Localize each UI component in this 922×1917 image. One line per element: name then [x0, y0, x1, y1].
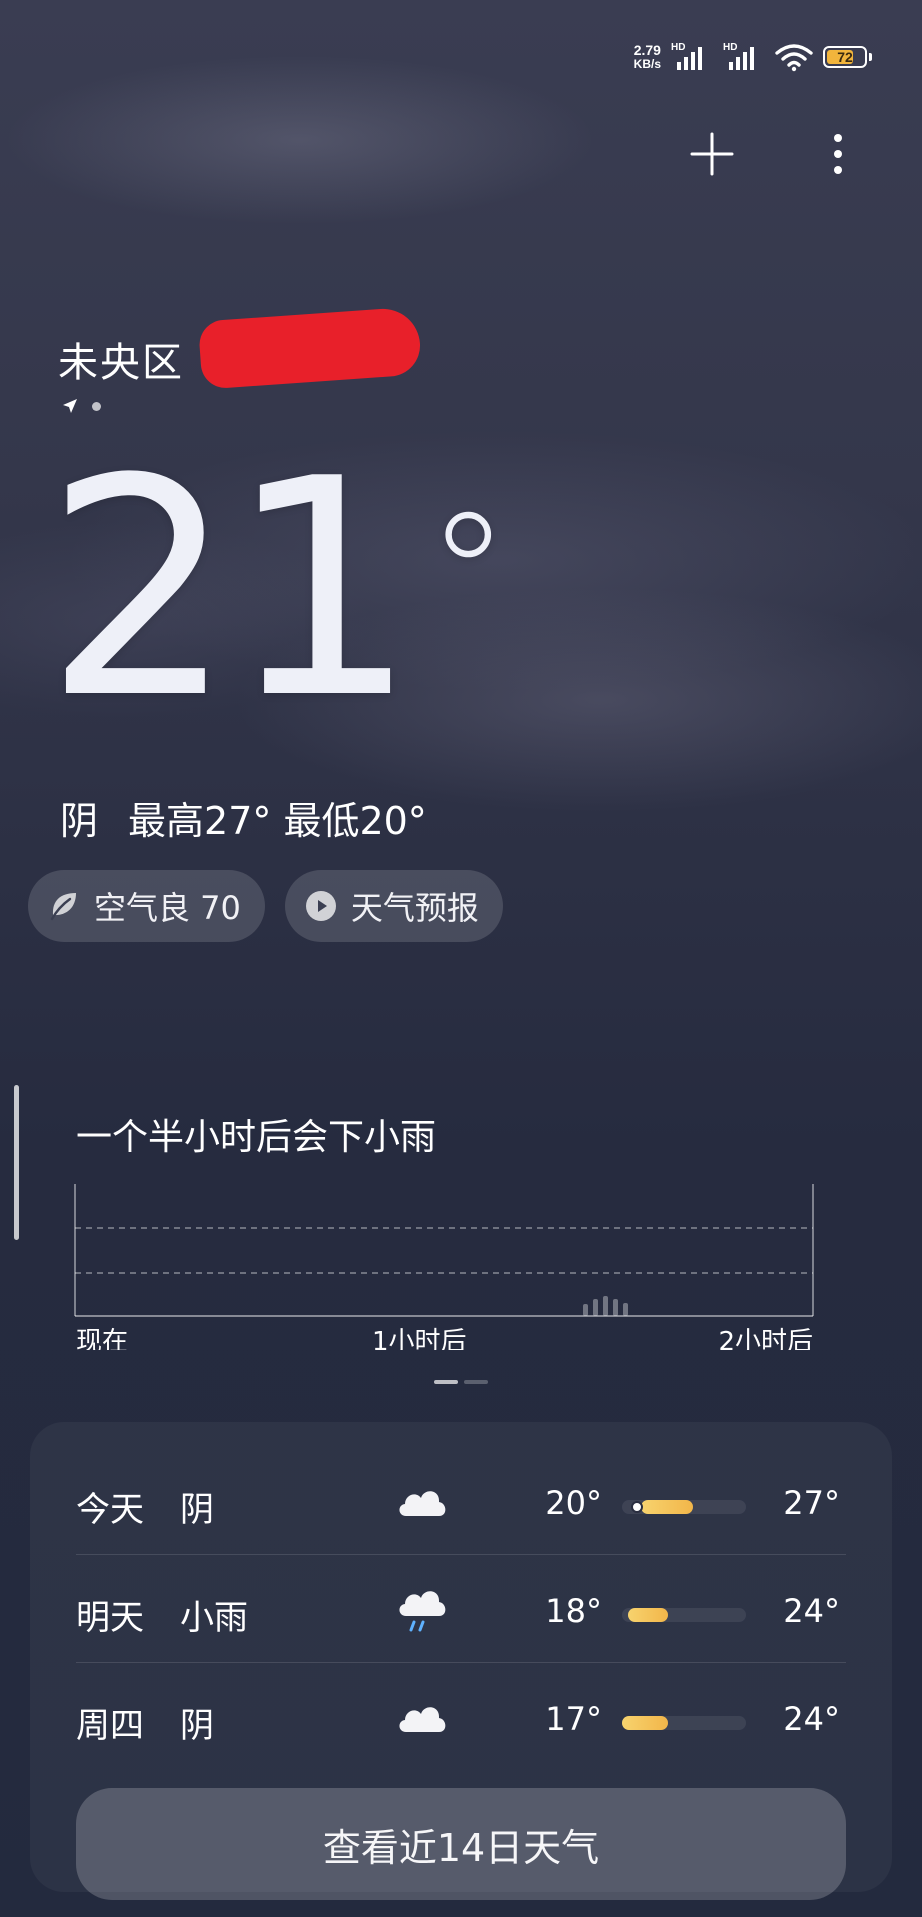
high-low: 最高27° 最低20°	[128, 799, 427, 843]
location-name[interactable]: 未央区	[58, 330, 184, 388]
current-temp-value: 21	[44, 415, 418, 764]
rain-chart: 大 中 小 现在 1小时后 2小时后	[74, 1184, 814, 1350]
location-arrow-icon	[63, 399, 77, 413]
wifi-icon	[775, 44, 813, 72]
current-condition: 阴	[60, 799, 99, 843]
forecast-day: 明天	[76, 1598, 144, 1638]
forecast-low: 20°	[545, 1484, 602, 1522]
status-bar: 2.79 KB/s HD HD 72	[634, 40, 872, 74]
scroll-indicator	[14, 1085, 19, 1240]
temp-range-fill	[628, 1608, 668, 1622]
time-label-2h: 2小时后	[718, 1327, 813, 1350]
temp-range-bar	[622, 1608, 746, 1622]
temp-range-bar	[622, 1716, 746, 1730]
view-14-day-button[interactable]: 查看近14日天气	[76, 1788, 846, 1900]
time-label-now: 现在	[76, 1327, 128, 1350]
current-temp-dot	[630, 1501, 643, 1513]
forecast-condition: 小雨	[180, 1598, 248, 1638]
forecast-day: 今天	[76, 1490, 144, 1530]
net-speed-unit: KB/s	[633, 57, 661, 71]
cloud-icon	[399, 1491, 446, 1516]
weather-forecast-chip[interactable]: 天气预报	[284, 870, 503, 942]
net-speed-value: 2.79	[633, 42, 661, 58]
row-divider	[76, 1554, 846, 1555]
leaf-icon	[50, 893, 76, 921]
rain-bars	[583, 1296, 628, 1316]
temp-range-fill	[640, 1500, 693, 1514]
location-indicators	[62, 398, 101, 414]
rain-cloud-icon	[399, 1591, 446, 1632]
forecast-low: 18°	[545, 1592, 602, 1630]
weather-forecast-label: 天气预报	[350, 889, 479, 927]
more-vertical-icon	[834, 134, 842, 174]
play-icon	[305, 891, 336, 921]
top-actions	[688, 130, 862, 178]
forecast-row-tomorrow[interactable]: 明天 小雨 18° 24°	[76, 1556, 846, 1662]
net-speed: 2.79 KB/s	[634, 43, 661, 71]
degree-symbol: °	[425, 477, 511, 675]
rain-bar	[583, 1304, 588, 1316]
current-temperature: 21°	[44, 440, 511, 740]
battery-level: 72	[837, 49, 853, 65]
carousel-dots	[434, 1380, 488, 1384]
page-dot	[92, 401, 101, 411]
forecast-day: 周四	[76, 1706, 144, 1746]
rain-bar	[603, 1296, 608, 1316]
carousel-dot-active	[434, 1380, 458, 1384]
forecast-high: 24°	[783, 1592, 840, 1630]
air-quality-label: 空气良 70	[94, 889, 241, 927]
weather-summary: 阴 最高27° 最低20°	[60, 790, 427, 845]
row-divider	[76, 1662, 846, 1663]
rain-bar	[623, 1303, 628, 1316]
forecast-condition: 阴	[180, 1706, 214, 1746]
rain-bar	[593, 1299, 598, 1316]
add-city-button[interactable]	[688, 130, 736, 178]
forecast-high: 24°	[783, 1700, 840, 1738]
redaction-mark	[197, 306, 423, 390]
rain-bar	[613, 1299, 618, 1316]
forecast-high: 27°	[783, 1484, 840, 1522]
temp-range-fill	[622, 1716, 668, 1730]
forecast-row-thursday[interactable]: 周四 阴 17° 24°	[76, 1664, 846, 1770]
air-quality-chip[interactable]: 空气良 70	[28, 870, 265, 942]
temp-range-bar	[622, 1500, 746, 1514]
carousel-dot	[464, 1380, 488, 1384]
battery-icon: 72	[823, 46, 872, 68]
forecast-row-today[interactable]: 今天 阴 20° 27°	[76, 1448, 846, 1554]
sim2-signal-icon: HD	[723, 42, 765, 72]
more-options-button[interactable]	[814, 130, 862, 178]
info-chips: 空气良 70 天气预报	[28, 870, 503, 942]
sim1-signal-icon: HD	[671, 42, 713, 72]
plus-icon	[690, 132, 734, 176]
cloud-icon	[399, 1707, 446, 1732]
forecast-condition: 阴	[180, 1490, 214, 1530]
forecast-low: 17°	[545, 1700, 602, 1738]
rain-title: 一个半小时后会下小雨	[76, 1117, 437, 1158]
time-label-1h: 1小时后	[372, 1327, 467, 1350]
